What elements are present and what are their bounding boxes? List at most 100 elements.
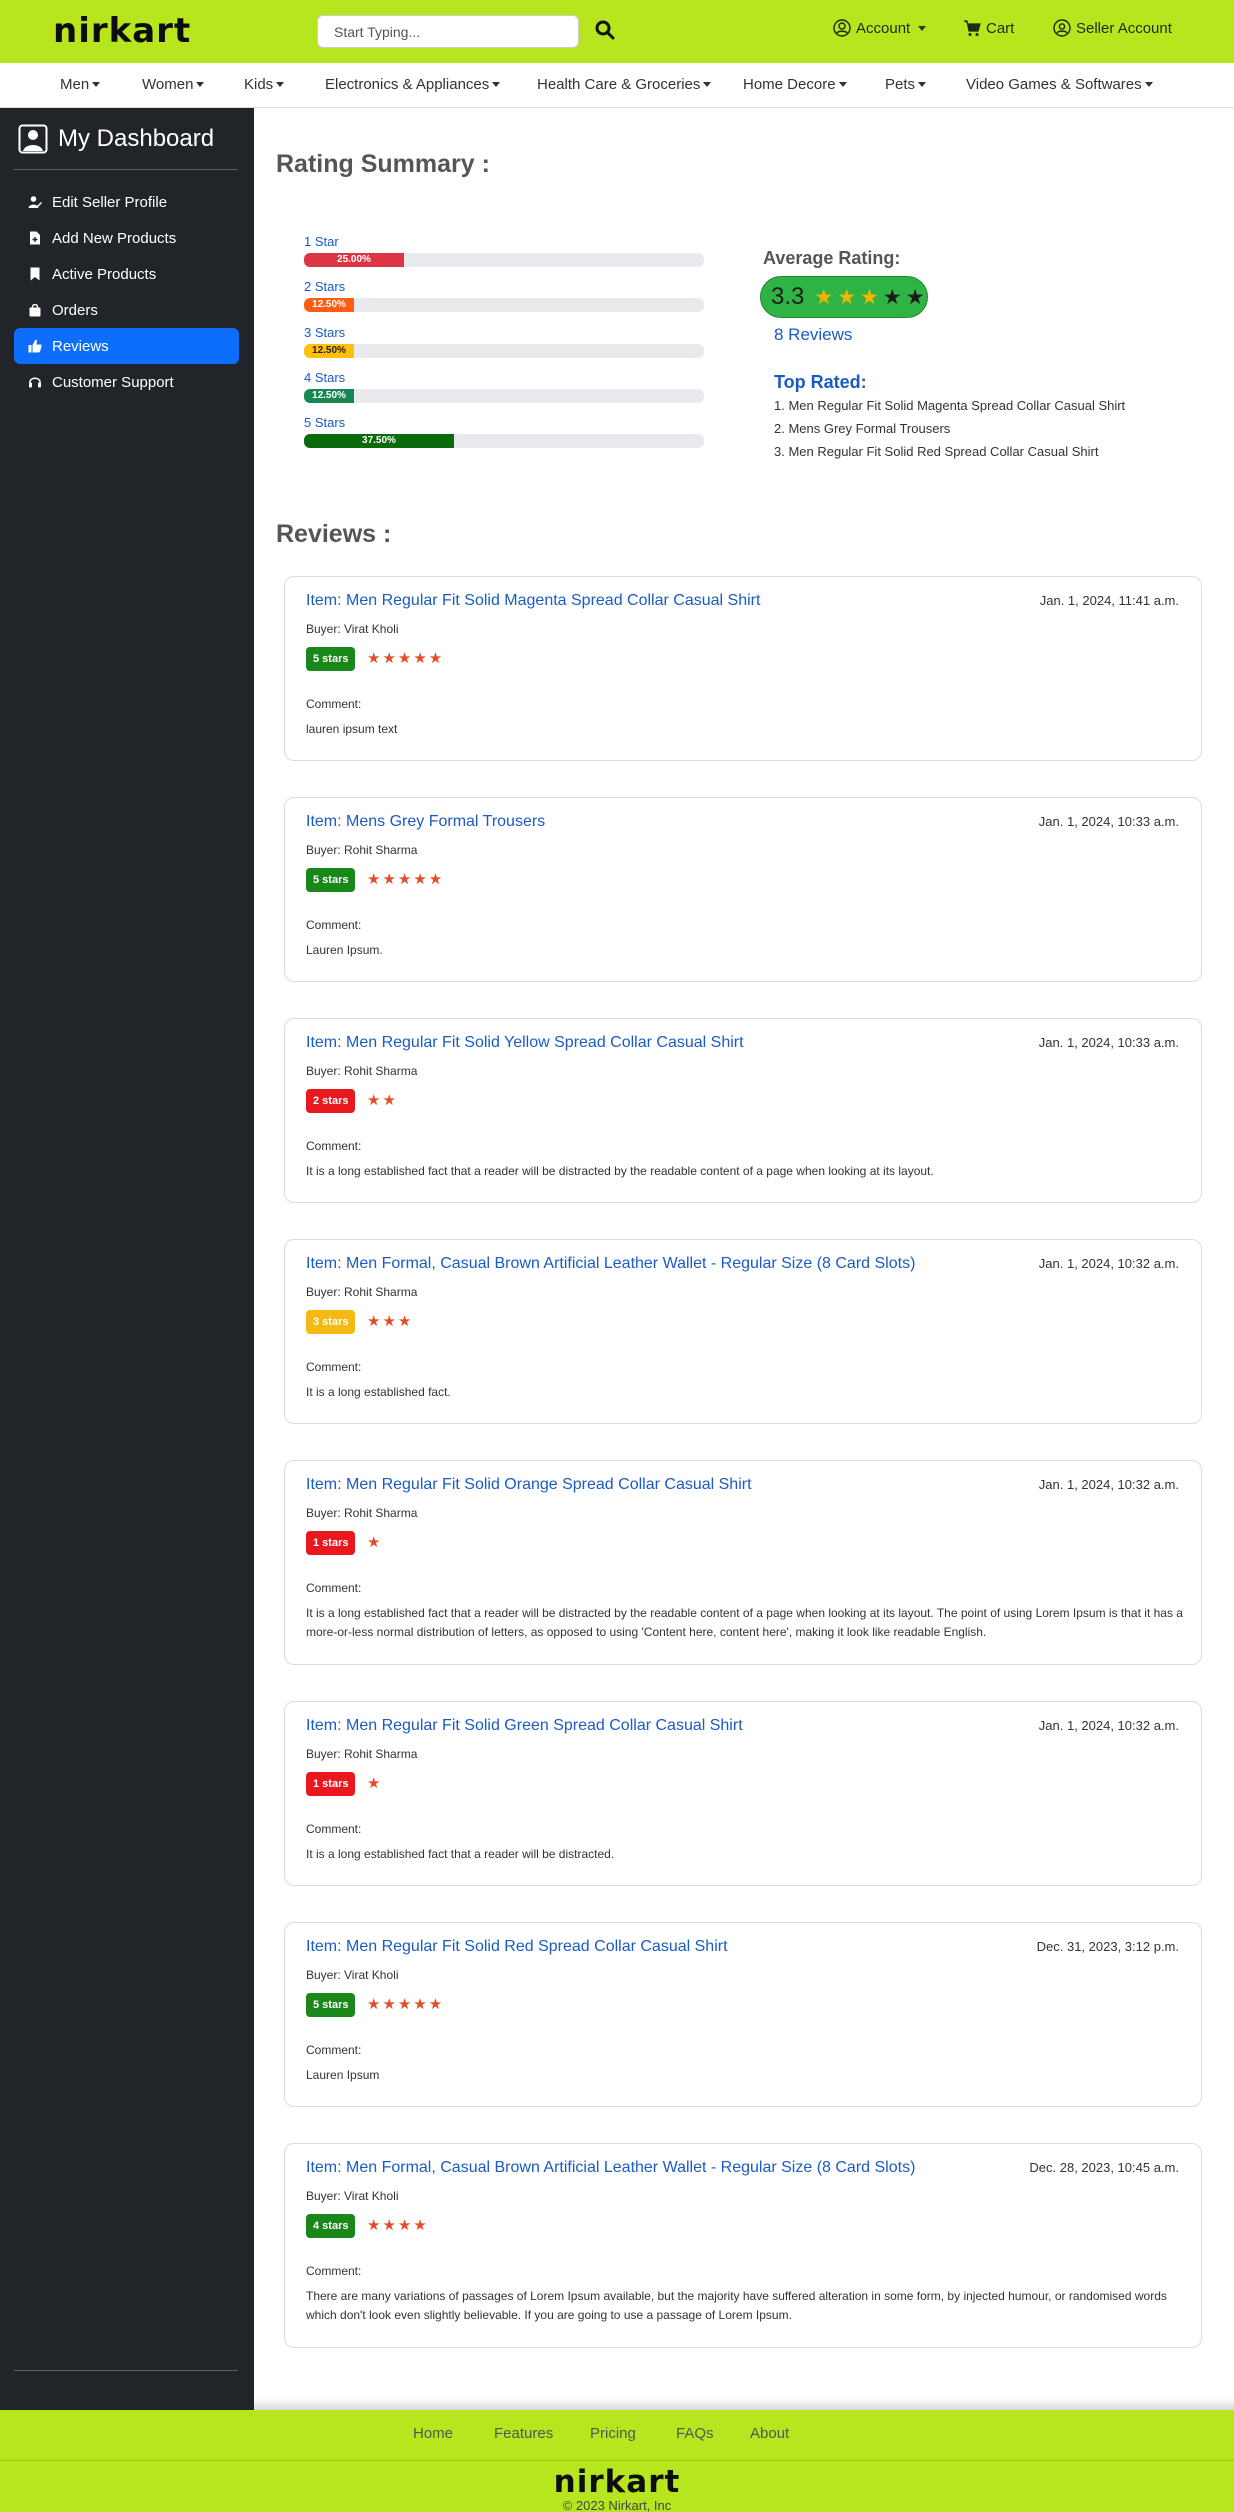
review-card: Item: Men Regular Fit Solid Green Spread…	[284, 1701, 1202, 1886]
category-label: Electronics & Appliances	[325, 76, 490, 93]
headset-icon	[29, 377, 41, 388]
category-video-games[interactable]: Video Games & Softwares	[966, 76, 1153, 93]
search-input[interactable]	[317, 15, 579, 48]
review-date: Jan. 1, 2024, 10:33 a.m.	[1038, 814, 1179, 829]
bookmark-icon	[30, 267, 40, 281]
sidebar-item-reviews[interactable]: Reviews	[14, 328, 239, 364]
review-rating-badge: 1 stars	[306, 1531, 356, 1555]
review-item-link[interactable]: Item: Men Regular Fit Solid Magenta Spre…	[306, 592, 760, 610]
review-stars: ★★★	[367, 1313, 414, 1330]
review-card: Item: Men Formal, Casual Brown Artificia…	[284, 2143, 1202, 2348]
footer-logo: nirkart	[553, 2464, 681, 2500]
top-bar: nirkart Account Cart Seller Account	[0, 0, 1234, 63]
review-rating-badge: 1 stars	[306, 1772, 356, 1796]
sidebar-item-active-products[interactable]: Active Products	[14, 256, 239, 292]
sidebar-item-label: Add New Products	[52, 229, 177, 247]
cart-link[interactable]: Cart	[963, 19, 1014, 37]
review-item-link[interactable]: Item: Men Regular Fit Solid Orange Sprea…	[306, 1476, 752, 1494]
review-stars: ★	[367, 1534, 383, 1551]
review-stars: ★★★★★	[367, 871, 445, 888]
review-buyer: Buyer: Rohit Sharma	[306, 843, 418, 857]
review-card: Item: Men Regular Fit Solid Yellow Sprea…	[284, 1018, 1202, 1203]
user-circle-icon	[833, 19, 851, 37]
sidebar-item-add-new-products[interactable]: Add New Products	[14, 220, 239, 256]
account-menu[interactable]: Account	[833, 19, 927, 37]
category-health-care[interactable]: Health Care & Groceries	[537, 76, 712, 93]
reviews-count-link[interactable]: 8 Reviews	[774, 325, 852, 345]
thumbs-up-icon	[28, 339, 42, 353]
review-stars: ★	[367, 1775, 383, 1792]
rating-bar-fill: 37.50%	[304, 434, 454, 448]
review-item-link[interactable]: Item: Men Formal, Casual Brown Artificia…	[306, 1255, 915, 1273]
review-item-link[interactable]: Item: Men Regular Fit Solid Green Spread…	[306, 1717, 743, 1735]
category-label: Home Decore	[743, 76, 836, 93]
review-rating-badge: 5 stars	[306, 1993, 356, 2017]
footer-link-faqs[interactable]: FAQs	[676, 2425, 714, 2442]
sidebar-item-customer-support[interactable]: Customer Support	[14, 364, 239, 400]
review-buyer: Buyer: Rohit Sharma	[306, 1747, 418, 1761]
sidebar-item-orders[interactable]: Orders	[14, 292, 239, 328]
average-rating-pill: 3.3 ★ ★ ★ ★ ★	[760, 276, 928, 318]
review-buyer: Buyer: Virat Kholi	[306, 1968, 399, 1982]
sidebar-item-label: Reviews	[52, 337, 109, 355]
review-stars: ★★★★★	[367, 1996, 445, 2013]
category-kids[interactable]: Kids	[244, 76, 285, 93]
comment-label: Comment:	[306, 2264, 362, 2278]
chevron-down-icon	[1144, 82, 1153, 87]
seller-account-link[interactable]: Seller Account	[1053, 19, 1172, 37]
category-home-decore[interactable]: Home Decore	[743, 76, 847, 93]
review-comment: There are many variations of passages of…	[306, 2289, 1167, 2322]
footer-link-features[interactable]: Features	[494, 2425, 553, 2442]
account-label: Account	[856, 19, 911, 37]
chevron-down-icon	[276, 82, 285, 87]
category-label: Pets	[885, 76, 916, 93]
footer-link-pricing[interactable]: Pricing	[590, 2425, 636, 2442]
comment-label: Comment:	[306, 2043, 362, 2057]
star-icon: ★	[860, 285, 879, 309]
top-rated-title: Top Rated:	[774, 372, 867, 392]
category-electronics[interactable]: Electronics & Appliances	[325, 76, 501, 93]
review-item-link[interactable]: Item: Mens Grey Formal Trousers	[306, 813, 545, 831]
comment-label: Comment:	[306, 1139, 362, 1153]
category-men[interactable]: Men	[60, 76, 101, 93]
footer-link-about[interactable]: About	[750, 2425, 789, 2442]
comment-label: Comment:	[306, 697, 362, 711]
review-date: Jan. 1, 2024, 11:41 a.m.	[1039, 593, 1179, 608]
rating-summary-title: Rating Summary :	[276, 150, 490, 178]
rating-row-5-stars: 5 Stars 37.50%	[304, 415, 704, 448]
category-women[interactable]: Women	[142, 76, 205, 93]
dashboard-title-text: My Dashboard	[58, 125, 215, 152]
review-buyer: Buyer: Virat Kholi	[306, 2189, 399, 2203]
rating-bar-fill: 12.50%	[304, 298, 354, 312]
review-item-link[interactable]: Item: Men Formal, Casual Brown Artificia…	[306, 2159, 915, 2177]
brand-logo[interactable]: nirkart	[53, 11, 191, 51]
review-comment: It is a long established fact that a rea…	[306, 1164, 934, 1178]
average-rating-label: Average Rating:	[763, 248, 901, 268]
user-edit-icon	[28, 196, 42, 208]
star-icon: ★	[814, 285, 834, 309]
footer: Home Features Pricing FAQs About nirkart…	[0, 2410, 1234, 2512]
review-item-link[interactable]: Item: Men Regular Fit Solid Yellow Sprea…	[306, 1034, 744, 1052]
rating-row-label: 2 Stars	[304, 279, 346, 294]
review-item-link[interactable]: Item: Men Regular Fit Solid Red Spread C…	[306, 1938, 728, 1956]
category-label: Health Care & Groceries	[537, 76, 701, 93]
comment-label: Comment:	[306, 1581, 362, 1595]
seller-account-label: Seller Account	[1076, 19, 1172, 37]
main-bottom-shadow	[254, 2398, 1234, 2410]
sidebar-item-label: Orders	[52, 301, 98, 319]
category-pets[interactable]: Pets	[885, 76, 927, 93]
rating-row-1-star: 1 Star 25.00%	[304, 234, 704, 267]
seller-icon	[1053, 19, 1071, 37]
sidebar-item-edit-seller-profile[interactable]: Edit Seller Profile	[14, 184, 239, 220]
review-card: Item: Men Formal, Casual Brown Artificia…	[284, 1239, 1202, 1424]
comment-label: Comment:	[306, 1822, 362, 1836]
footer-link-home[interactable]: Home	[413, 2425, 453, 2442]
rating-row-label: 5 Stars	[304, 415, 346, 430]
review-stars: ★★	[367, 1092, 398, 1109]
rating-row-2-stars: 2 Stars 12.50%	[304, 279, 704, 312]
review-date: Jan. 1, 2024, 10:33 a.m.	[1038, 1035, 1179, 1050]
search-button[interactable]	[594, 20, 616, 42]
search-icon	[595, 20, 615, 40]
review-stars: ★★★★	[367, 2217, 429, 2234]
review-rating-badge: 5 stars	[306, 647, 356, 671]
